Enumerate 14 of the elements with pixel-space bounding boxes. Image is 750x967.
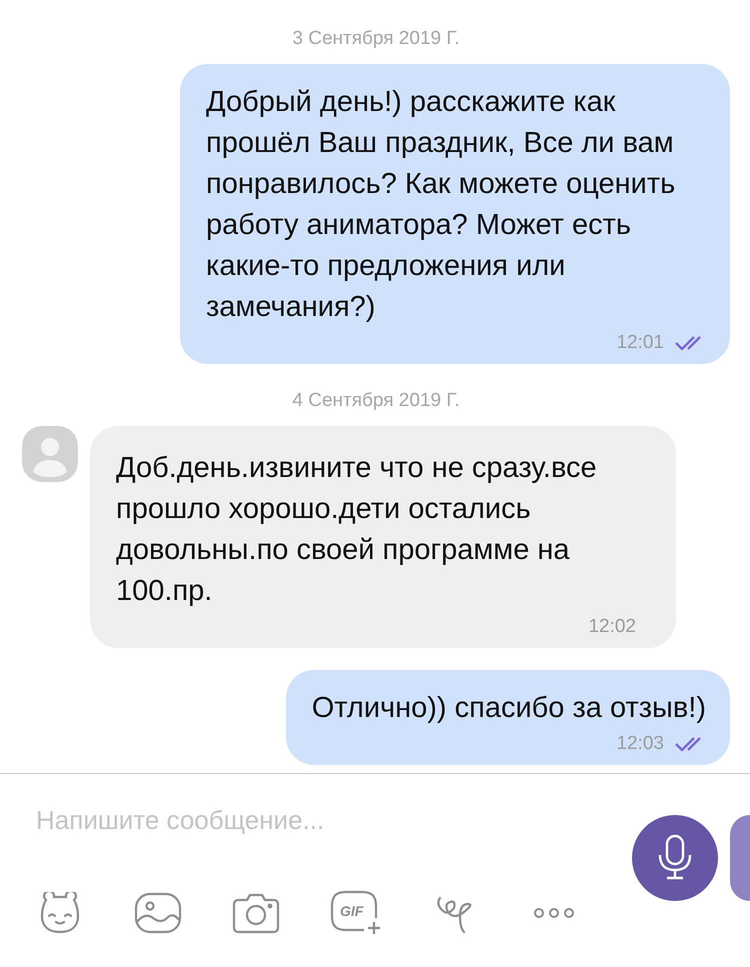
- message-text: Доб.день.извините что не сразу.все прошло хорошо.дети остались довольны.по своей программе на 100.пр.: [116, 451, 598, 609]
- date-label: 4 Сентября 2019 Г.: [292, 390, 460, 412]
- message-input-field[interactable]: Напишите сообщение...: [36, 802, 556, 838]
- camera-icon[interactable]: [232, 892, 280, 934]
- message-time: 12:03: [616, 733, 664, 755]
- message-time: 12:01: [616, 332, 664, 354]
- avatar-icon: [22, 426, 78, 482]
- date-label: 3 Сентября 2019 Г.: [292, 28, 460, 50]
- action-button[interactable]: [730, 815, 750, 901]
- more-icon[interactable]: [532, 906, 576, 920]
- message-text: Отлично)) спасибо за отзыв!): [312, 691, 706, 726]
- image-icon[interactable]: [134, 892, 182, 934]
- message-time: 12:02: [588, 616, 636, 638]
- message-text: Добрый день!) расскажите как прошёл Ваш праздник, Все ли вам понравилось? Как можете оценить работу аниматора? Может есть какие-то предложения или замечания?): [206, 85, 676, 325]
